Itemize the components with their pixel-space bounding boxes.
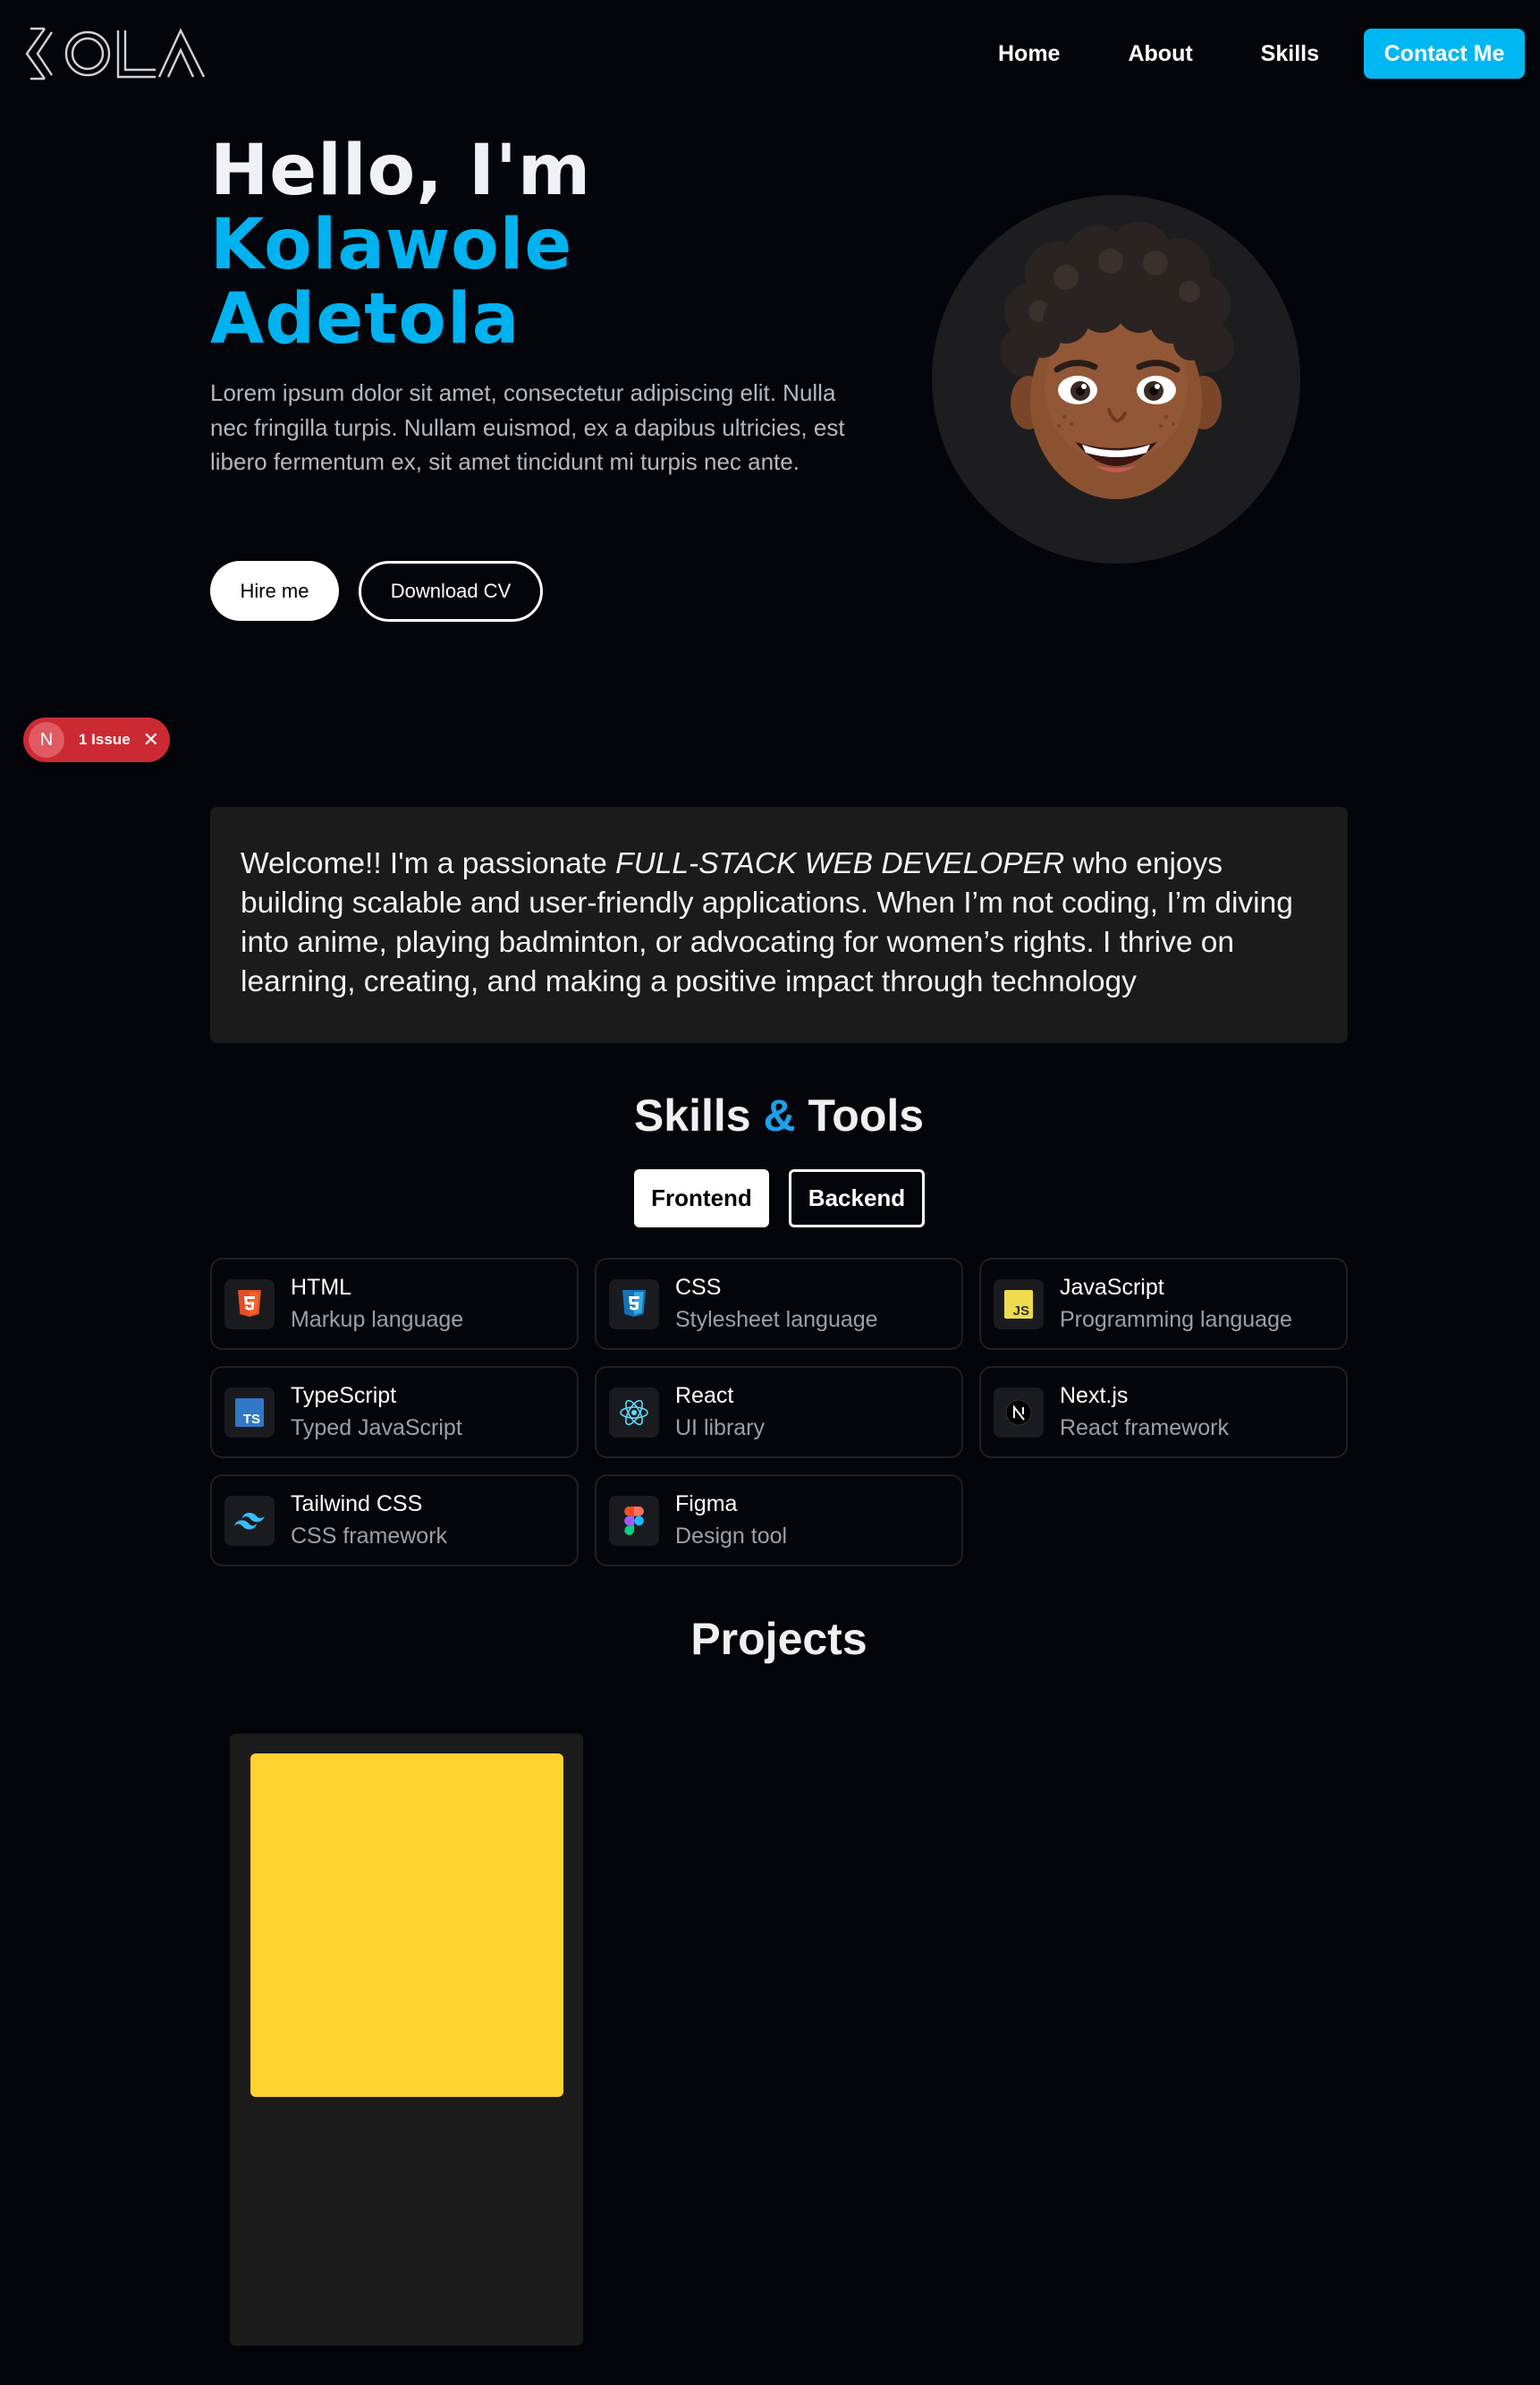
- skill-desc: Programming language: [1060, 1306, 1292, 1332]
- skill-name: React: [675, 1382, 734, 1408]
- skills-title-amp: &: [763, 1091, 796, 1141]
- skills-grid: HTML Markup language CSS Stylesheet lang…: [210, 1258, 1348, 1566]
- skill-card-css: CSS Stylesheet language: [595, 1258, 963, 1350]
- skill-card-html: HTML Markup language: [210, 1258, 579, 1350]
- skill-card-tailwind: Tailwind CSS CSS framework: [210, 1474, 579, 1566]
- nav-home-link[interactable]: Home: [998, 41, 1060, 67]
- skill-desc: Stylesheet language: [675, 1306, 878, 1332]
- avatar: [932, 195, 1300, 564]
- project-thumbnail[interactable]: [250, 1753, 563, 2097]
- skills-title-part2: Tools: [795, 1091, 925, 1141]
- about-section: Welcome!! I'm a passionate FULL-STACK WE…: [210, 807, 1348, 1043]
- skill-name: JavaScript: [1060, 1274, 1164, 1300]
- skill-card-typescript: TS TypeScript Typed JavaScript: [210, 1366, 579, 1458]
- skill-name: TypeScript: [291, 1382, 397, 1408]
- css3-icon: [609, 1278, 659, 1329]
- skill-name: Figma: [675, 1490, 738, 1516]
- hero-title: Hello, I'm Kolawole Adetola: [210, 134, 591, 357]
- tab-backend[interactable]: Backend: [789, 1169, 925, 1227]
- javascript-icon: JS: [994, 1278, 1044, 1329]
- nav-skills-link[interactable]: Skills: [1261, 41, 1319, 67]
- kola-logo-icon[interactable]: [25, 27, 207, 81]
- typescript-icon: TS: [224, 1387, 275, 1438]
- skill-card-nextjs: Next.js React framework: [979, 1366, 1348, 1458]
- main-nav: Home About Skills Contact Me: [998, 29, 1525, 79]
- about-text: Welcome!! I'm a passionate FULL-STACK WE…: [241, 845, 1317, 1002]
- tailwind-icon: [224, 1495, 275, 1546]
- project-card[interactable]: [230, 1734, 583, 2346]
- skill-card-react: React UI library: [595, 1366, 963, 1458]
- hero-actions: Hire me Download CV: [210, 561, 543, 622]
- skill-name: Next.js: [1060, 1382, 1129, 1408]
- skill-name: Tailwind CSS: [291, 1490, 423, 1516]
- hero-first-name: Kolawole: [210, 205, 573, 285]
- skill-card-figma: Figma Design tool: [595, 1474, 963, 1566]
- skill-desc: CSS framework: [291, 1523, 448, 1549]
- svg-text:TS: TS: [243, 1412, 260, 1427]
- skills-title: Skills & Tools: [0, 1090, 1540, 1142]
- hero-greeting: Hello, I'm: [210, 131, 592, 211]
- about-emphasis: FULL-STACK WEB DEVELOPER: [615, 847, 1065, 880]
- skills-tabs: Frontend Backend: [634, 1169, 925, 1227]
- skill-desc: Markup language: [291, 1306, 464, 1332]
- issue-badge[interactable]: N 1 Issue ✕: [23, 717, 170, 762]
- figma-icon: [609, 1495, 659, 1546]
- skills-title-part1: Skills: [633, 1091, 764, 1141]
- skill-desc: UI library: [675, 1414, 766, 1440]
- skill-desc: Typed JavaScript: [291, 1414, 462, 1440]
- about-text-intro: Welcome!! I'm a passionate: [241, 847, 616, 880]
- svg-text:JS: JS: [1013, 1303, 1029, 1319]
- html5-icon: [224, 1278, 275, 1329]
- skill-desc: Design tool: [675, 1523, 788, 1549]
- nextjs-n-icon: N: [29, 722, 64, 758]
- skill-name: CSS: [675, 1274, 722, 1300]
- download-cv-button[interactable]: Download CV: [359, 561, 543, 622]
- issue-count-label: 1 Issue: [79, 731, 131, 748]
- hero-last-name: Adetola: [210, 279, 520, 360]
- nav-about-link[interactable]: About: [1128, 41, 1192, 67]
- tab-frontend[interactable]: Frontend: [634, 1169, 769, 1227]
- projects-title: Projects: [690, 1614, 867, 1664]
- skill-card-javascript: JS JavaScript Programming language: [979, 1258, 1348, 1350]
- skill-desc: React framework: [1060, 1414, 1229, 1440]
- skill-name: HTML: [291, 1274, 352, 1300]
- hire-me-button[interactable]: Hire me: [210, 561, 339, 621]
- hero-description: Lorem ipsum dolor sit amet, consectetur …: [210, 379, 845, 475]
- memoji-avatar-icon: [1000, 222, 1234, 499]
- close-icon[interactable]: ✕: [143, 730, 159, 750]
- react-icon: [609, 1387, 659, 1438]
- nextjs-icon: [994, 1387, 1044, 1438]
- contact-me-button[interactable]: Contact Me: [1364, 29, 1525, 79]
